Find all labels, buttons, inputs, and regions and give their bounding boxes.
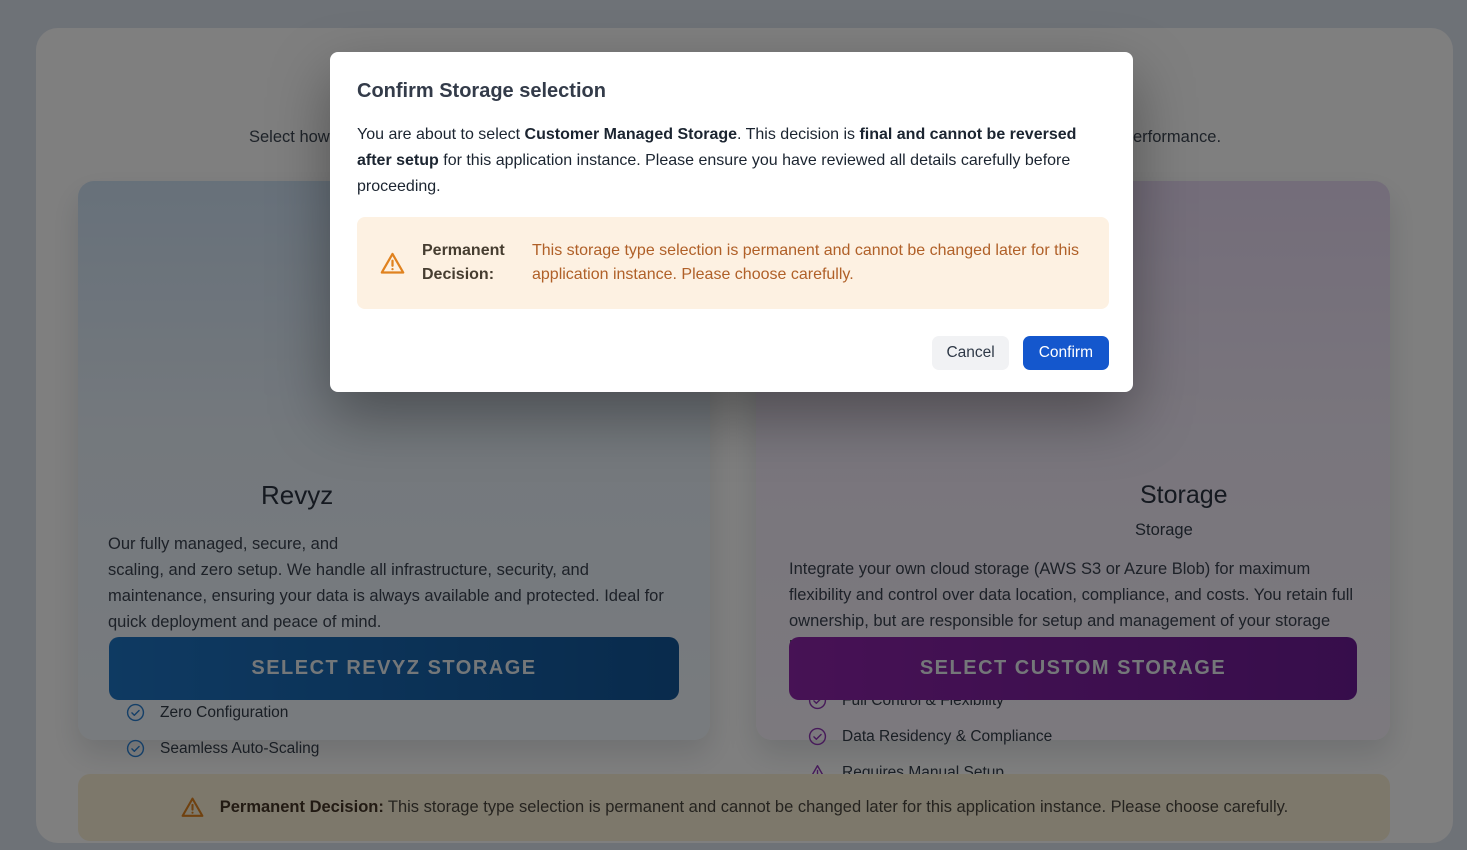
- body-text: You are about to select: [357, 126, 525, 143]
- page-background: Select how erformance. Revyz Our fully m…: [0, 0, 1467, 850]
- confirm-storage-dialog: Confirm Storage selection You are about …: [330, 52, 1133, 392]
- body-text: . This decision is: [737, 126, 859, 143]
- dialog-footer: Cancel Confirm: [357, 336, 1109, 370]
- body-text-bold: after setup: [357, 152, 439, 169]
- body-text: proceeding.: [357, 178, 441, 195]
- warning-triangle-icon: [379, 250, 406, 277]
- dialog-body-line: You are about to select Customer Managed…: [357, 122, 1109, 148]
- cancel-button[interactable]: Cancel: [932, 336, 1008, 370]
- dialog-body-line: proceeding.: [357, 174, 1109, 200]
- confirm-button[interactable]: Confirm: [1023, 336, 1109, 370]
- body-text: for this application instance. Please en…: [439, 152, 1070, 169]
- dialog-body: You are about to select Customer Managed…: [357, 122, 1109, 200]
- dialog-body-line: after setup for this application instanc…: [357, 148, 1109, 174]
- warning-label: Permanent Decision:: [422, 239, 514, 287]
- permanent-decision-warning: Permanent Decision: This storage type se…: [357, 217, 1109, 309]
- warning-message: This storage type selection is permanent…: [532, 239, 1079, 287]
- dialog-title: Confirm Storage selection: [357, 78, 1109, 104]
- warning-message-line: application instance. Please choose care…: [532, 263, 1079, 287]
- body-text-bold: Customer Managed Storage: [525, 126, 737, 143]
- warning-message-line: This storage type selection is permanent…: [532, 239, 1079, 263]
- body-text-bold: final and cannot be reversed: [859, 126, 1076, 143]
